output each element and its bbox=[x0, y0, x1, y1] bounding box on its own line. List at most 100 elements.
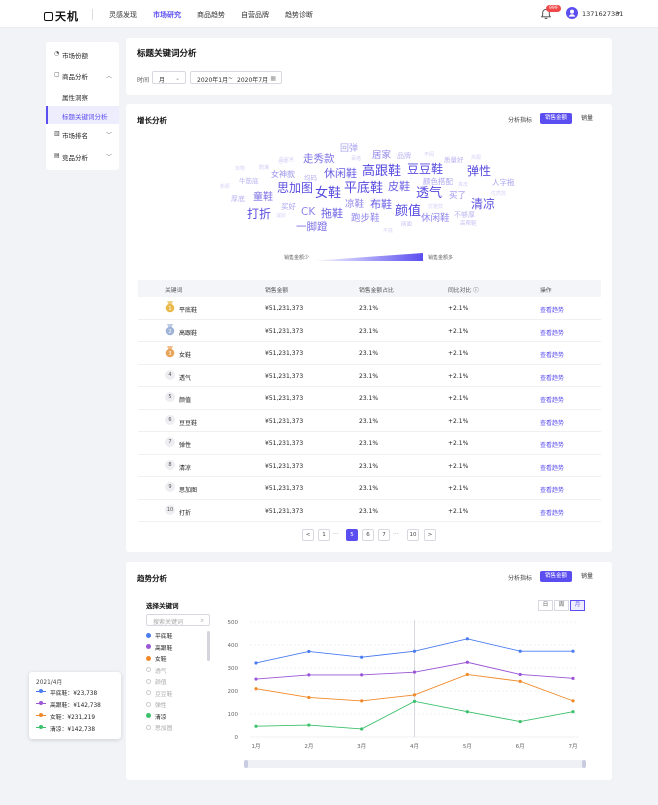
slider-handle-left[interactable] bbox=[244, 760, 248, 768]
avatar[interactable] bbox=[566, 7, 578, 19]
pagination-page-1[interactable]: 1 bbox=[318, 529, 330, 541]
keyword-option[interactable]: 清凉 bbox=[146, 711, 204, 722]
data-point[interactable] bbox=[307, 695, 311, 700]
cloud-word[interactable]: 买了 bbox=[449, 192, 466, 201]
cloud-word[interactable]: 女神款 bbox=[271, 171, 295, 179]
view-trend-link[interactable]: 查看趋势 bbox=[540, 328, 564, 337]
cloud-word[interactable]: 透气 bbox=[416, 187, 442, 200]
cloud-word[interactable]: 人字拖 bbox=[492, 179, 515, 187]
nav-market-research[interactable]: 市场研究 bbox=[153, 10, 181, 20]
cloud-word[interactable]: 百塔 bbox=[351, 157, 361, 162]
data-point[interactable] bbox=[518, 649, 522, 653]
cloud-word[interactable]: 牛筋底 bbox=[239, 178, 259, 185]
pagination-page-5[interactable]: 5 bbox=[346, 529, 358, 541]
data-point[interactable] bbox=[571, 649, 575, 653]
data-point[interactable] bbox=[254, 661, 258, 665]
cloud-word[interactable]: 跑步鞋 bbox=[351, 214, 380, 224]
nav-inspiration[interactable]: 灵感发现 bbox=[109, 10, 137, 20]
keyword-option[interactable]: 女鞋 bbox=[146, 653, 204, 664]
nav-product-trends[interactable]: 商品趋势 bbox=[197, 10, 225, 20]
sidebar-item-title-keyword[interactable]: 标题关键词分析 bbox=[46, 106, 119, 124]
data-point[interactable] bbox=[518, 672, 522, 677]
data-point[interactable] bbox=[465, 660, 469, 664]
data-point[interactable] bbox=[254, 724, 258, 728]
data-point[interactable] bbox=[360, 699, 364, 703]
data-point[interactable] bbox=[360, 655, 364, 659]
data-point[interactable] bbox=[307, 649, 311, 654]
data-point[interactable] bbox=[412, 693, 417, 697]
cloud-word[interactable]: 质量好 bbox=[444, 157, 464, 164]
cloud-word[interactable]: 颜值 bbox=[395, 205, 421, 218]
view-trend-link[interactable]: 查看趋势 bbox=[540, 418, 564, 427]
cloud-word[interactable]: 高帮鞋 bbox=[460, 221, 477, 228]
cloud-word[interactable]: 弹性 bbox=[467, 165, 491, 177]
period-week-button[interactable]: 周 bbox=[554, 600, 569, 611]
view-trend-link[interactable]: 查看趋势 bbox=[540, 485, 564, 494]
pagination-page-7[interactable]: 7 bbox=[378, 529, 390, 541]
cloud-word[interactable]: 打折 bbox=[247, 208, 271, 220]
pagination-ellipsis[interactable]: ··· bbox=[333, 529, 339, 541]
keyword-search-input[interactable]: 搜索关键词 ⌕ bbox=[146, 614, 210, 626]
view-trend-link[interactable]: 查看趋势 bbox=[540, 440, 564, 449]
cloud-word[interactable]: 不够厚 bbox=[454, 212, 475, 219]
data-point[interactable] bbox=[254, 677, 258, 681]
data-point[interactable] bbox=[465, 637, 469, 641]
data-point[interactable] bbox=[465, 672, 469, 677]
pagination-ellipsis[interactable]: ··· bbox=[393, 529, 399, 541]
view-trend-link[interactable]: 查看趋势 bbox=[540, 508, 564, 517]
cloud-word[interactable]: 豆豆鞋 bbox=[407, 163, 443, 175]
cloud-word[interactable]: 新颖 bbox=[220, 185, 230, 190]
view-trend-link[interactable]: 查看趋势 bbox=[540, 350, 564, 359]
cloud-word[interactable]: 真皮 bbox=[458, 183, 468, 188]
metric-sales-amount-button[interactable]: 销售金额 bbox=[540, 571, 572, 582]
data-point[interactable] bbox=[518, 719, 522, 724]
chevron-down-icon[interactable]: ▾ bbox=[617, 10, 620, 17]
data-point[interactable] bbox=[412, 670, 417, 674]
data-point[interactable] bbox=[307, 673, 311, 677]
cloud-word[interactable]: CK bbox=[301, 207, 315, 218]
pagination-page-10[interactable]: 10 bbox=[407, 529, 419, 541]
period-month-button[interactable]: 月 bbox=[570, 600, 585, 611]
cloud-word[interactable]: 休闲鞋 bbox=[421, 214, 450, 224]
sidebar-item-attribute-insight[interactable]: 属性洞察 bbox=[46, 87, 119, 105]
metric-sales-volume-button[interactable]: 销量 bbox=[578, 113, 596, 124]
keyword-option[interactable]: 弹性 bbox=[146, 699, 204, 710]
keyword-list-scrollbar[interactable] bbox=[207, 631, 210, 661]
cloud-word[interactable]: 不闷 bbox=[424, 153, 434, 158]
cloud-word[interactable]: 休闲鞋 bbox=[324, 168, 357, 179]
keyword-option[interactable]: 透气 bbox=[146, 665, 204, 676]
cloud-word[interactable]: 童鞋 bbox=[253, 193, 273, 203]
cloud-word[interactable]: 厚底 bbox=[231, 196, 245, 203]
cloud-word[interactable]: 显衣宫 bbox=[279, 158, 294, 163]
cloud-word[interactable]: 女鞋 bbox=[315, 187, 341, 200]
cloud-word[interactable]: 居家 bbox=[372, 151, 391, 161]
keyword-option[interactable]: 高跟鞋 bbox=[146, 642, 204, 653]
sidebar-item-competitor-analysis[interactable]: ▤ 竞品分析 ﹀ bbox=[46, 147, 119, 165]
view-trend-link[interactable]: 查看趋势 bbox=[540, 305, 564, 314]
slider-handle-right[interactable] bbox=[582, 760, 586, 768]
view-trend-link[interactable]: 查看趋势 bbox=[540, 463, 564, 472]
sidebar-item-market-share[interactable]: ◔ 市场份额 bbox=[46, 45, 119, 63]
cloud-word[interactable]: 走秀款 bbox=[303, 154, 335, 165]
date-range-picker[interactable]: 2020年1月 ~ 2020年7月 ▦ bbox=[190, 71, 282, 84]
chart-range-slider[interactable] bbox=[244, 760, 586, 768]
cloud-word[interactable]: 网面 bbox=[401, 222, 412, 229]
keyword-option[interactable]: 思加图 bbox=[146, 722, 204, 733]
cloud-word[interactable]: 平底 bbox=[383, 229, 393, 234]
cloud-word[interactable]: 平底鞋 bbox=[344, 182, 383, 195]
cloud-word[interactable]: 颜色搭配 bbox=[423, 178, 453, 186]
cloud-word[interactable]: 高跟鞋 bbox=[362, 165, 401, 178]
metric-sales-amount-button[interactable]: 销售金额 bbox=[540, 113, 572, 124]
data-point[interactable] bbox=[307, 723, 311, 727]
pagination-page-6[interactable]: 6 bbox=[362, 529, 374, 541]
data-point[interactable] bbox=[571, 676, 575, 680]
cloud-word[interactable]: 思加图 bbox=[277, 182, 313, 194]
cloud-word[interactable]: 高跟 bbox=[471, 156, 481, 161]
cloud-word[interactable]: 优雅款 bbox=[428, 205, 443, 210]
view-trend-link[interactable]: 查看趋势 bbox=[540, 395, 564, 404]
nav-trend-diagnosis[interactable]: 趋势诊断 bbox=[285, 10, 313, 20]
data-point[interactable] bbox=[518, 679, 522, 683]
data-point[interactable] bbox=[571, 699, 575, 703]
cloud-word[interactable]: 买好 bbox=[281, 203, 296, 211]
cloud-word[interactable]: 减龄 bbox=[276, 214, 286, 219]
